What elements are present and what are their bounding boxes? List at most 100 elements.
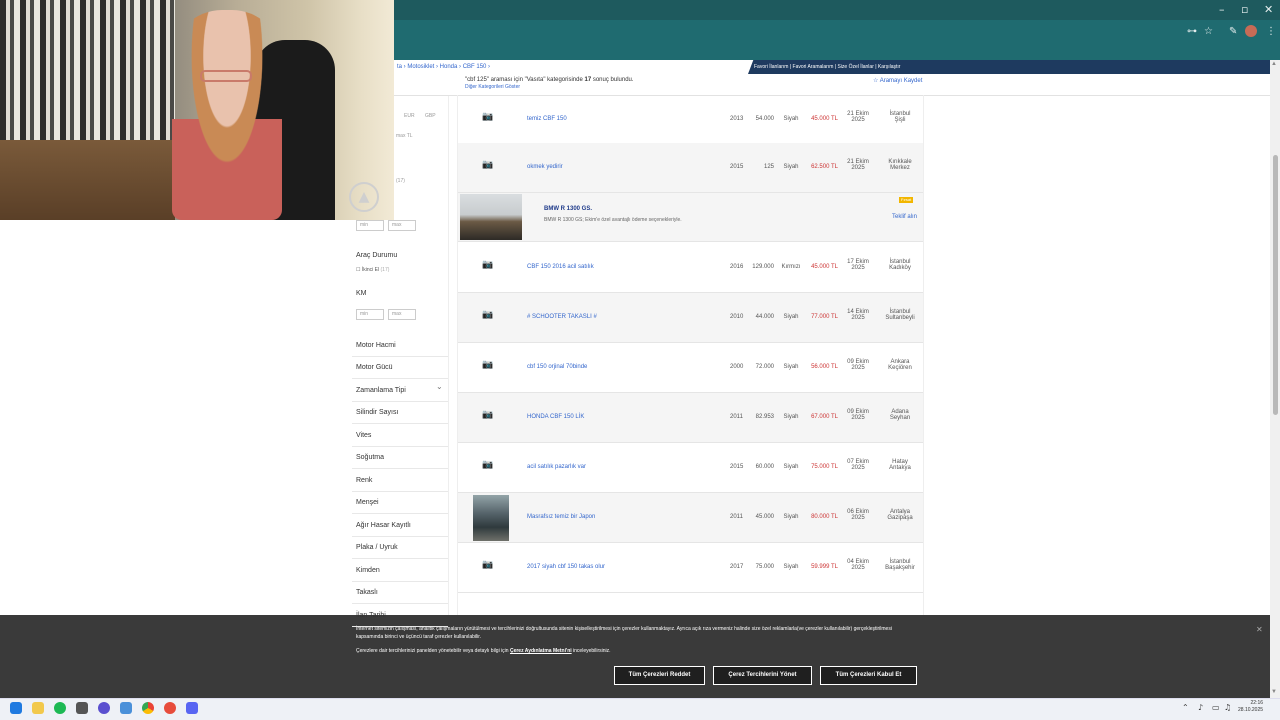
camera-icon[interactable]: 📷 (482, 112, 496, 123)
divider (352, 626, 448, 627)
extension-icon[interactable]: ✎ (1229, 26, 1237, 37)
filter-second-hand[interactable]: ☐ İkinci El (17) (356, 267, 389, 273)
min-input[interactable]: min (356, 220, 384, 231)
second-hand-label: İkinci El (361, 267, 380, 273)
filter-item[interactable]: Silindir Sayısı (356, 409, 398, 416)
save-search-link[interactable]: ☆ Aramayı Kaydet (873, 77, 922, 84)
favorites-links[interactable]: Favori İlanlarım | Favori Aramalarım | S… (754, 64, 900, 70)
listing-title[interactable]: acil satılık pazarlık var (527, 464, 586, 470)
network-icon[interactable]: ▭ (1212, 703, 1220, 712)
currency-gbp[interactable]: GBP (425, 113, 436, 119)
mic-icon[interactable]: ♪ (1198, 703, 1203, 712)
camera-icon[interactable]: 📷 (482, 310, 496, 321)
km-min-input[interactable]: min (356, 309, 384, 320)
scroll-up-icon[interactable]: ▲ (1271, 61, 1277, 67)
listing-km: 129.000 (752, 264, 774, 270)
listing-row[interactable]: 📷 temiz CBF 150 2013 54.000 Siyah 45.000 TL 21… (458, 95, 923, 145)
listing-row[interactable]: 📷 cbf 150 orjinal 70binde 2000 72.000 Siyah 5… (458, 343, 923, 393)
listing-row[interactable]: 📷 CBF 150 2016 acil satılık 2016 129.000 Kır… (458, 243, 923, 293)
filter-item[interactable]: Renk (356, 477, 372, 484)
filter-item[interactable]: Soğutma (356, 454, 384, 461)
filter-item[interactable]: Zamanlama Tipi (356, 387, 406, 394)
breadcrumb[interactable]: ta › Motosiklet › Honda › CBF 150 › (397, 64, 490, 70)
avatar[interactable] (1245, 25, 1257, 37)
listing-title[interactable]: Masrafsız temiz bir Japon (527, 514, 595, 520)
reject-cookies-button[interactable]: Tüm Çerezleri Reddet (614, 666, 705, 685)
filter-item[interactable]: Kimden (356, 567, 380, 574)
camera-icon[interactable]: 📷 (482, 260, 496, 271)
star-icon[interactable]: ☆ (1204, 26, 1213, 37)
scroll-down-icon[interactable]: ▼ (1271, 689, 1277, 695)
listing-year: 2016 (730, 264, 744, 270)
camera-icon[interactable]: 📷 (482, 560, 496, 571)
minimize-icon[interactable]: – (1219, 3, 1225, 16)
alt-categories-link[interactable]: Diğer Kategorileri Göster (465, 84, 520, 90)
listing-row[interactable]: Masrafsız temiz bir Japon 2011 45.000 Siyah… (458, 493, 923, 543)
manage-cookies-button[interactable]: Çerez Tercihlerini Yönet (713, 666, 812, 685)
listing-row[interactable]: 📷 HONDA CBF 150 LİK 2011 82.953 Siyah 67.000 … (458, 393, 923, 443)
chevron-down-icon[interactable]: ⌄ (436, 382, 443, 391)
listing-title[interactable]: # SCHOOTER TAKASLI # (527, 314, 597, 320)
cookie-policy-suffix: inceleyebilirsiniz. (573, 648, 611, 654)
close-icon[interactable]: ✕ (1256, 625, 1263, 634)
listing-title[interactable]: HONDA CBF 150 LİK (527, 414, 584, 420)
listing-title[interactable]: cbf 150 orjinal 70binde (527, 364, 587, 370)
settings-icon[interactable] (120, 702, 132, 714)
sponsored-ad[interactable]: BMW R 1300 GS. BMW R 1300 GS; Ekim'e öze… (458, 192, 923, 242)
km-max-input[interactable]: max (388, 309, 416, 320)
key-icon[interactable]: ⊶ (1187, 26, 1197, 37)
listing-color: Siyah (783, 116, 799, 122)
listing-location: İstanbul Kadıköy (882, 259, 918, 271)
maximize-icon[interactable]: ▫ (1241, 3, 1248, 16)
camera-icon[interactable]: 📷 (482, 410, 496, 421)
filter-item[interactable]: Ağır Hasar Kayıtlı (356, 522, 411, 529)
currency-eur[interactable]: EUR (404, 113, 415, 119)
scrollbar-thumb[interactable] (1273, 155, 1278, 415)
filter-item[interactable]: Takaslı (356, 589, 378, 596)
listing-title[interactable]: okmek yedirir (527, 164, 563, 170)
accept-cookies-button[interactable]: Tüm Çerezleri Kabul Et (820, 666, 917, 685)
filter-item[interactable]: Motor Gücü (356, 364, 393, 371)
listing-year: 2000 (730, 364, 744, 370)
spotify-icon[interactable] (54, 702, 66, 714)
ad-offer-link[interactable]: Teklif alın (892, 214, 917, 220)
camera-icon[interactable]: 📷 (482, 360, 496, 371)
filter-item[interactable]: Vites (356, 432, 371, 439)
cookie-policy-link[interactable]: Çerez Aydınlatma Metni'ni (510, 648, 572, 654)
obs-icon[interactable] (98, 702, 110, 714)
listing-table: BMW R 1300 GS. BMW R 1300 GS; Ekim'e öze… (457, 95, 924, 615)
filter-item[interactable]: Plaka / Uyruk (356, 544, 398, 551)
listing-color: Siyah (783, 164, 799, 170)
listing-row[interactable]: 📷 2017 siyah cbf 150 takas olur 2017 75.000… (458, 543, 923, 593)
listing-row[interactable]: 📷 acil satılık pazarlık var 2015 60.000 Siya… (458, 443, 923, 493)
filter-item[interactable]: İlan Tarihi (356, 612, 386, 619)
app-icon-2[interactable] (164, 702, 176, 714)
discord-icon[interactable] (186, 702, 198, 714)
filter-item[interactable]: Motor Hacmi (356, 342, 396, 349)
volume-icon[interactable]: ♫ (1224, 703, 1231, 712)
file-explorer-icon[interactable] (32, 702, 44, 714)
listing-title[interactable]: 2017 siyah cbf 150 takas olur (527, 564, 605, 570)
listing-year: 2011 (730, 514, 743, 520)
listing-thumbnail[interactable] (473, 495, 509, 541)
ad-title[interactable]: BMW R 1300 GS. (544, 206, 592, 212)
filter-vehicle-condition[interactable]: Araç Durumu (356, 252, 397, 259)
app-icon[interactable] (76, 702, 88, 714)
start-icon[interactable] (10, 702, 22, 714)
chrome-icon[interactable] (142, 702, 154, 714)
listing-date: 14 Ekim 2025 (840, 309, 876, 321)
tray-chevron-icon[interactable]: ⌃ (1182, 703, 1189, 712)
listing-row[interactable]: 📷 # SCHOOTER TAKASLI # 2010 44.000 Siyah 77.0… (458, 293, 923, 343)
close-icon[interactable]: ✕ (1264, 3, 1273, 16)
ad-image[interactable] (460, 194, 522, 240)
max-input[interactable]: max (388, 220, 416, 231)
camera-icon[interactable]: 📷 (482, 160, 496, 171)
max-tl-input[interactable]: max TL (396, 133, 413, 139)
filter-item[interactable]: Menşei (356, 499, 379, 506)
listing-price: 59.999 TL (811, 564, 838, 570)
listing-title[interactable]: CBF 150 2016 acil satılık (527, 264, 594, 270)
listing-row[interactable]: 📷 okmek yedirir 2015 125 Siyah 62.500 TL 21 Ek… (458, 143, 923, 193)
listing-title[interactable]: temiz CBF 150 (527, 116, 567, 122)
camera-icon[interactable]: 📷 (482, 460, 496, 471)
menu-icon[interactable]: ⋮ (1266, 26, 1276, 37)
